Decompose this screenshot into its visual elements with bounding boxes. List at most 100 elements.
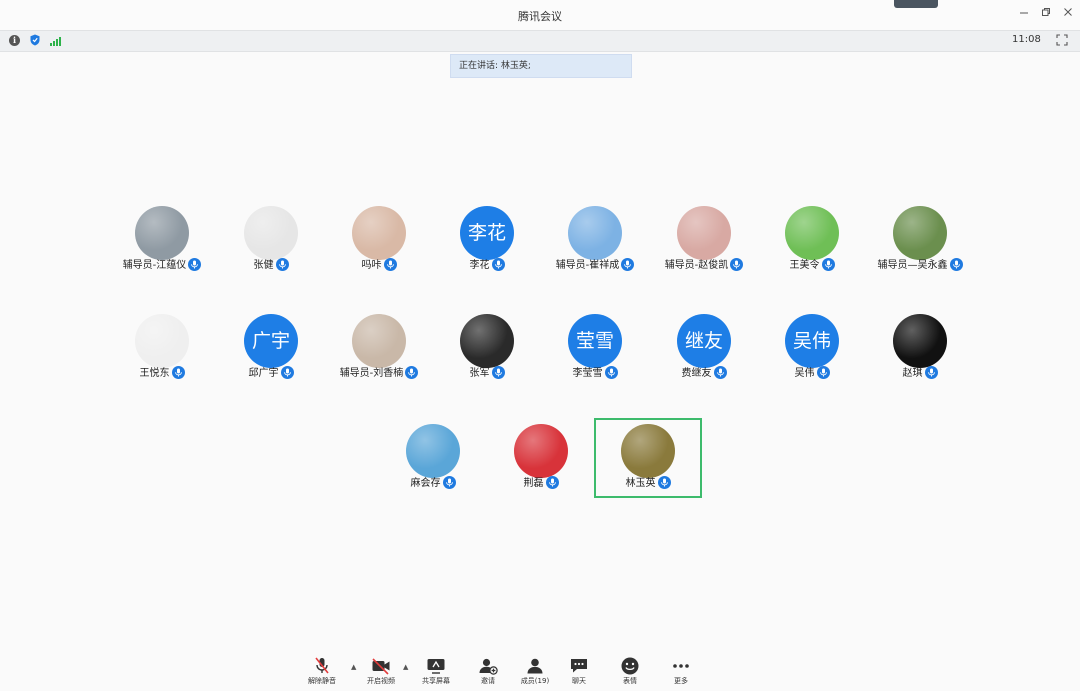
participant-tile[interactable]: 王悦东 xyxy=(108,308,216,388)
avatar xyxy=(135,206,189,260)
participant-label: 林玉英 xyxy=(594,474,702,489)
mic-icon xyxy=(924,366,938,379)
chat-button[interactable]: 聊天 xyxy=(557,650,601,691)
start-video-button[interactable]: 开启视频 xyxy=(359,650,403,691)
participant-tile[interactable]: 莹雪 李莹雪 xyxy=(541,308,649,388)
participant-tile[interactable]: 广宇 邱广宇 xyxy=(217,308,325,388)
window-title: 腾讯会议 xyxy=(518,10,562,23)
share-screen-label: 共享屏幕 xyxy=(422,677,450,685)
more-button[interactable]: 更多 xyxy=(659,650,703,691)
participant-tile[interactable]: 辅导员-刘香楠 xyxy=(325,308,433,388)
participant-tile[interactable]: 辅导员—吴永鑫 xyxy=(866,200,974,280)
avatar xyxy=(677,206,731,260)
members-label: 成员(19) xyxy=(520,677,550,685)
info-icon[interactable]: i xyxy=(9,35,20,46)
shield-icon[interactable] xyxy=(30,34,40,46)
participant-tile[interactable]: 继友 费继友 xyxy=(650,308,758,388)
unmute-button[interactable]: 解除静音 xyxy=(300,650,344,691)
emoji-button[interactable]: 表情 xyxy=(608,650,652,691)
emoji-icon xyxy=(621,657,639,675)
invite-button[interactable]: 邀请 xyxy=(466,650,510,691)
participant-label: 荆磊 xyxy=(487,474,595,489)
participant-label: 王悦东 xyxy=(108,364,216,379)
participant-name: 李莹雪 xyxy=(572,368,603,379)
avatar xyxy=(244,206,298,260)
share-screen-button[interactable]: 共享屏幕 xyxy=(414,650,458,691)
title-bar: 腾讯会议 xyxy=(0,0,1080,30)
audio-options-chevron-icon[interactable]: ▲ xyxy=(351,663,359,671)
avatar xyxy=(893,314,947,368)
participant-label: 辅导员—吴永鑫 xyxy=(866,256,974,271)
participant-name: 辅导员-崔祥成 xyxy=(555,260,620,271)
emoji-label: 表情 xyxy=(623,677,637,685)
participant-label: 王美令 xyxy=(758,256,866,271)
window-drag-handle[interactable] xyxy=(894,0,938,8)
close-button[interactable] xyxy=(1060,6,1076,20)
participant-tile[interactable]: 赵琪 xyxy=(866,308,974,388)
participant-label: 赵琪 xyxy=(866,364,974,379)
participant-name: 吗咔 xyxy=(361,260,382,271)
chat-label: 聊天 xyxy=(572,677,586,685)
video-options-chevron-icon[interactable]: ▲ xyxy=(403,663,411,671)
invite-label: 邀请 xyxy=(481,677,495,685)
participant-tile[interactable]: 辅导员-崔祥成 xyxy=(541,200,649,280)
mic-icon xyxy=(545,476,559,489)
meeting-toolbar: 解除静音 ▲ 开启视频 ▲ 共享屏幕 邀请 成员(19) 聊天 表情 更多 xyxy=(300,650,720,691)
participant-name: 荆磊 xyxy=(523,478,544,489)
avatar: 继友 xyxy=(677,314,731,368)
share-screen-icon xyxy=(427,659,445,674)
participant-label: 张军 xyxy=(433,364,541,379)
meeting-time: 11:08 xyxy=(1012,34,1041,45)
participant-label: 麻会存 xyxy=(379,474,487,489)
mic-icon xyxy=(275,258,289,271)
avatar xyxy=(568,206,622,260)
mic-icon xyxy=(821,258,835,271)
participant-tile[interactable]: 王美令 xyxy=(758,200,866,280)
fullscreen-icon[interactable] xyxy=(1056,34,1068,46)
members-button[interactable]: 成员(19) xyxy=(513,650,557,691)
participant-tile[interactable]: 吴伟 吴伟 xyxy=(758,308,866,388)
mic-icon xyxy=(816,366,830,379)
avatar xyxy=(893,206,947,260)
mic-icon xyxy=(383,258,397,271)
avatar xyxy=(352,206,406,260)
participant-tile[interactable]: 麻会存 xyxy=(379,418,487,498)
mic-muted-icon xyxy=(315,657,329,674)
participant-tile[interactable]: 张军 xyxy=(433,308,541,388)
participant-tile[interactable]: 辅导员-江蕴仪 xyxy=(108,200,216,280)
participant-tile[interactable]: 辅导员-赵俊凯 xyxy=(650,200,758,280)
close-icon xyxy=(1064,8,1072,16)
minimize-button[interactable] xyxy=(1016,6,1032,20)
restore-icon xyxy=(1042,8,1050,16)
participant-name: 费继友 xyxy=(681,368,712,379)
mic-icon xyxy=(442,476,456,489)
mic-icon xyxy=(491,366,505,379)
participant-name: 赵琪 xyxy=(902,368,923,379)
participant-tile[interactable]: 李花 李花 xyxy=(433,200,541,280)
participant-name: 林玉英 xyxy=(625,478,656,489)
more-label: 更多 xyxy=(674,677,688,685)
mic-icon xyxy=(730,258,744,271)
participant-label: 李莹雪 xyxy=(541,364,649,379)
mic-icon xyxy=(491,258,505,271)
participant-name: 王悦东 xyxy=(139,368,170,379)
restore-button[interactable] xyxy=(1038,6,1054,20)
mic-icon xyxy=(280,366,294,379)
participant-tile[interactable]: 张健 xyxy=(217,200,325,280)
avatar: 莹雪 xyxy=(568,314,622,368)
unmute-label: 解除静音 xyxy=(308,677,336,685)
mic-icon xyxy=(657,476,671,489)
avatar: 吴伟 xyxy=(785,314,839,368)
chat-icon xyxy=(571,659,587,673)
participant-tile[interactable]: 林玉英 xyxy=(594,418,702,498)
avatar xyxy=(406,424,460,478)
mic-icon xyxy=(621,258,635,271)
participant-tile[interactable]: 吗咔 xyxy=(325,200,433,280)
avatar: 广宇 xyxy=(244,314,298,368)
signal-icon[interactable] xyxy=(50,36,62,46)
status-bar: i 11:08 xyxy=(0,30,1080,52)
participant-name: 辅导员-刘香楠 xyxy=(339,368,404,379)
participant-tile[interactable]: 荆磊 xyxy=(487,418,595,498)
participant-name: 李花 xyxy=(469,260,490,271)
avatar xyxy=(352,314,406,368)
